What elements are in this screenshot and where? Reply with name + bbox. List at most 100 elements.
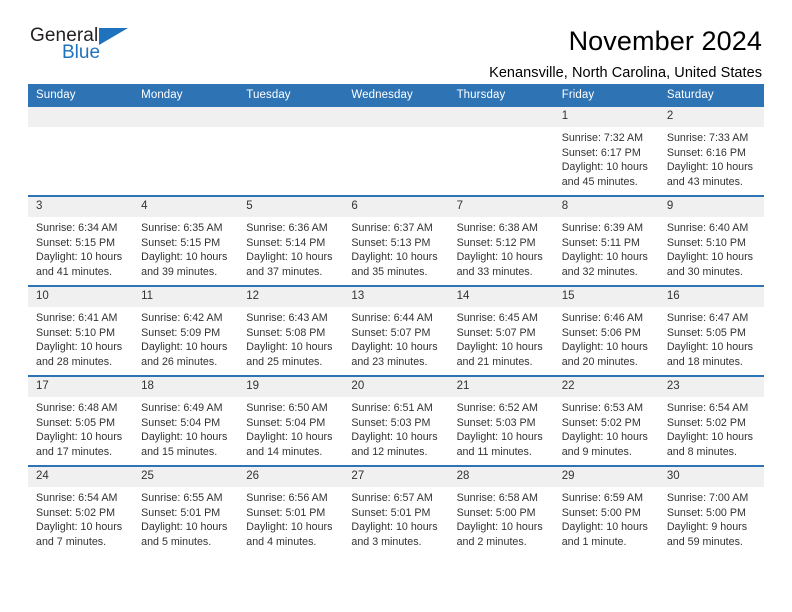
day-cell[interactable]: 26 Sunrise: 6:56 AM Sunset: 5:01 PM Dayl… xyxy=(238,465,344,555)
sunrise-time: Sunrise: 6:39 AM xyxy=(561,222,644,234)
day-number: 3 xyxy=(28,197,134,217)
sunrise-time: Sunrise: 6:57 AM xyxy=(351,492,433,504)
sunset-time: Sunset: 5:12 PM xyxy=(456,236,536,249)
day-cell[interactable]: 15 Sunrise: 6:46 AM Sunset: 5:06 PM Dayl… xyxy=(553,285,659,376)
sunset-time: Sunset: 6:16 PM xyxy=(666,146,746,159)
sunrise-time: Sunrise: 6:34 AM xyxy=(36,222,118,234)
day-cell[interactable]: 28 Sunrise: 6:58 AM Sunset: 5:00 PM Dayl… xyxy=(448,465,554,555)
day-number: 30 xyxy=(658,467,764,487)
day-cell[interactable] xyxy=(343,107,449,196)
day-number: 15 xyxy=(553,287,659,307)
day-number: 5 xyxy=(238,197,344,217)
logo-text-blue: Blue xyxy=(62,42,101,63)
calendar-week-row: 17 Sunrise: 6:48 AM Sunset: 5:05 PM Dayl… xyxy=(28,375,764,466)
day-cell[interactable]: 17 Sunrise: 6:48 AM Sunset: 5:05 PM Dayl… xyxy=(28,375,134,466)
day-cell[interactable] xyxy=(28,107,134,196)
sunset-time: Sunset: 5:05 PM xyxy=(36,416,116,429)
day-cell[interactable]: 12 Sunrise: 6:43 AM Sunset: 5:08 PM Dayl… xyxy=(238,285,344,376)
day-cell[interactable]: 27 Sunrise: 6:57 AM Sunset: 5:01 PM Dayl… xyxy=(343,465,449,555)
sunset-time: Sunset: 5:03 PM xyxy=(456,416,536,429)
day-number: 18 xyxy=(133,377,239,397)
page-subtitle: Kenansville, North Carolina, United Stat… xyxy=(489,65,762,81)
day-cell[interactable]: 11 Sunrise: 6:42 AM Sunset: 5:09 PM Dayl… xyxy=(133,285,239,376)
day-number: 28 xyxy=(448,467,554,487)
day-cell[interactable]: 13 Sunrise: 6:44 AM Sunset: 5:07 PM Dayl… xyxy=(343,285,449,376)
calendar-header-row: Sunday Monday Tuesday Wednesday Thursday… xyxy=(28,84,764,107)
day-cell[interactable]: 20 Sunrise: 6:51 AM Sunset: 5:03 PM Dayl… xyxy=(343,375,449,466)
weekday-header-monday: Monday xyxy=(133,84,239,107)
daylight-duration: Daylight: 10 hours and 5 minutes. xyxy=(141,521,228,548)
day-details: Sunrise: 6:49 AM Sunset: 5:04 PM Dayligh… xyxy=(133,397,238,459)
day-cell[interactable]: 6 Sunrise: 6:37 AM Sunset: 5:13 PM Dayli… xyxy=(343,195,449,286)
day-number: 9 xyxy=(658,197,764,217)
day-cell[interactable]: 30 Sunrise: 7:00 AM Sunset: 5:00 PM Dayl… xyxy=(658,465,764,555)
day-number: 1 xyxy=(553,107,659,127)
day-details: Sunrise: 6:36 AM Sunset: 5:14 PM Dayligh… xyxy=(238,217,343,279)
day-cell[interactable] xyxy=(448,107,554,196)
sunset-time: Sunset: 5:02 PM xyxy=(666,416,746,429)
daylight-duration: Daylight: 10 hours and 11 minutes. xyxy=(456,431,543,458)
sunset-time: Sunset: 5:08 PM xyxy=(246,326,326,339)
day-number: 4 xyxy=(133,197,239,217)
day-cell[interactable] xyxy=(238,107,344,196)
day-number: 14 xyxy=(448,287,554,307)
sunset-time: Sunset: 5:15 PM xyxy=(36,236,116,249)
day-cell[interactable]: 22 Sunrise: 6:53 AM Sunset: 5:02 PM Dayl… xyxy=(553,375,659,466)
day-number: 29 xyxy=(553,467,659,487)
day-cell[interactable]: 10 Sunrise: 6:41 AM Sunset: 5:10 PM Dayl… xyxy=(28,285,134,376)
day-details xyxy=(28,127,133,131)
day-cell[interactable]: 3 Sunrise: 6:34 AM Sunset: 5:15 PM Dayli… xyxy=(28,195,134,286)
day-cell[interactable]: 19 Sunrise: 6:50 AM Sunset: 5:04 PM Dayl… xyxy=(238,375,344,466)
sunrise-time: Sunrise: 6:41 AM xyxy=(36,312,118,324)
day-cell[interactable]: 7 Sunrise: 6:38 AM Sunset: 5:12 PM Dayli… xyxy=(448,195,554,286)
sunrise-time: Sunrise: 6:52 AM xyxy=(456,402,538,414)
day-cell[interactable]: 23 Sunrise: 6:54 AM Sunset: 5:02 PM Dayl… xyxy=(658,375,764,466)
day-number: 26 xyxy=(238,467,344,487)
day-cell[interactable]: 29 Sunrise: 6:59 AM Sunset: 5:00 PM Dayl… xyxy=(553,465,659,555)
daylight-duration: Daylight: 10 hours and 26 minutes. xyxy=(141,341,228,368)
day-cell[interactable] xyxy=(133,107,239,196)
sunrise-time: Sunrise: 7:33 AM xyxy=(666,132,749,144)
daylight-duration: Daylight: 10 hours and 3 minutes. xyxy=(351,521,438,548)
day-number xyxy=(28,107,134,127)
sunrise-time: Sunrise: 6:37 AM xyxy=(351,222,433,234)
day-details: Sunrise: 6:43 AM Sunset: 5:08 PM Dayligh… xyxy=(238,307,343,369)
day-cell[interactable]: 18 Sunrise: 6:49 AM Sunset: 5:04 PM Dayl… xyxy=(133,375,239,466)
day-cell[interactable]: 4 Sunrise: 6:35 AM Sunset: 5:15 PM Dayli… xyxy=(133,195,239,286)
day-cell[interactable]: 21 Sunrise: 6:52 AM Sunset: 5:03 PM Dayl… xyxy=(448,375,554,466)
day-details: Sunrise: 6:45 AM Sunset: 5:07 PM Dayligh… xyxy=(449,307,554,369)
sunset-time: Sunset: 5:04 PM xyxy=(141,416,221,429)
calendar-body: 1 Sunrise: 7:32 AM Sunset: 6:17 PM Dayli… xyxy=(28,107,764,555)
daylight-duration: Daylight: 10 hours and 4 minutes. xyxy=(246,521,333,548)
day-cell[interactable]: 8 Sunrise: 6:39 AM Sunset: 5:11 PM Dayli… xyxy=(553,195,659,286)
daylight-duration: Daylight: 10 hours and 39 minutes. xyxy=(141,251,228,278)
day-cell[interactable]: 2 Sunrise: 7:33 AM Sunset: 6:16 PM Dayli… xyxy=(658,107,764,196)
day-details: Sunrise: 6:44 AM Sunset: 5:07 PM Dayligh… xyxy=(343,307,448,369)
sunset-time: Sunset: 5:00 PM xyxy=(561,506,641,519)
daylight-duration: Daylight: 10 hours and 28 minutes. xyxy=(36,341,123,368)
day-details: Sunrise: 6:56 AM Sunset: 5:01 PM Dayligh… xyxy=(238,487,343,549)
day-details xyxy=(343,127,448,131)
sunrise-time: Sunrise: 6:55 AM xyxy=(141,492,223,504)
day-cell[interactable]: 25 Sunrise: 6:55 AM Sunset: 5:01 PM Dayl… xyxy=(133,465,239,555)
day-details xyxy=(238,127,343,131)
sunrise-time: Sunrise: 6:54 AM xyxy=(36,492,118,504)
sunrise-time: Sunrise: 6:51 AM xyxy=(351,402,433,414)
day-cell[interactable]: 24 Sunrise: 6:54 AM Sunset: 5:02 PM Dayl… xyxy=(28,465,134,555)
day-details: Sunrise: 6:35 AM Sunset: 5:15 PM Dayligh… xyxy=(133,217,238,279)
day-cell[interactable]: 1 Sunrise: 7:32 AM Sunset: 6:17 PM Dayli… xyxy=(553,107,659,196)
weekday-header-friday: Friday xyxy=(553,84,659,107)
sunset-time: Sunset: 5:13 PM xyxy=(351,236,431,249)
day-cell[interactable]: 16 Sunrise: 6:47 AM Sunset: 5:05 PM Dayl… xyxy=(658,285,764,376)
day-cell[interactable]: 9 Sunrise: 6:40 AM Sunset: 5:10 PM Dayli… xyxy=(658,195,764,286)
day-number: 12 xyxy=(238,287,344,307)
sunset-time: Sunset: 5:01 PM xyxy=(141,506,221,519)
daylight-duration: Daylight: 10 hours and 41 minutes. xyxy=(36,251,123,278)
day-number: 25 xyxy=(133,467,239,487)
day-number: 8 xyxy=(553,197,659,217)
day-number: 17 xyxy=(28,377,134,397)
day-cell[interactable]: 5 Sunrise: 6:36 AM Sunset: 5:14 PM Dayli… xyxy=(238,195,344,286)
day-number: 6 xyxy=(343,197,449,217)
day-cell[interactable]: 14 Sunrise: 6:45 AM Sunset: 5:07 PM Dayl… xyxy=(448,285,554,376)
daylight-duration: Daylight: 10 hours and 43 minutes. xyxy=(666,161,753,188)
